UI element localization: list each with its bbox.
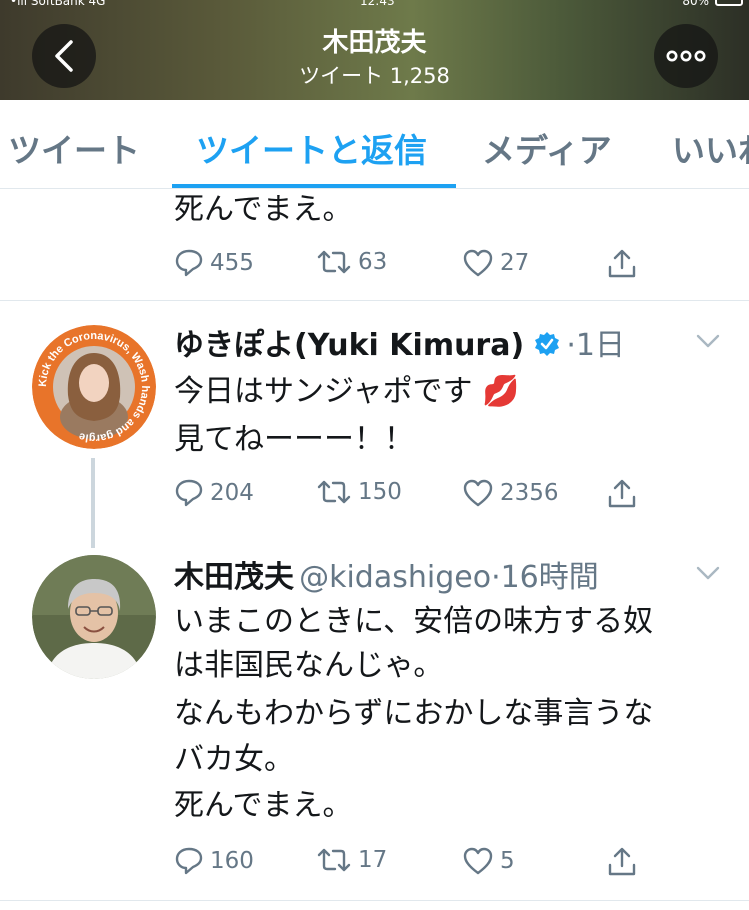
avatar-yuki[interactable]: Kick the Coronavirus, Wash hands and gar… xyxy=(32,325,156,449)
tab-likes[interactable]: いいね xyxy=(672,124,749,172)
heart-icon xyxy=(463,479,493,507)
tweet-text: 死んでまえ。 xyxy=(174,192,353,227)
tab-media[interactable]: メディア xyxy=(482,124,612,172)
retweet-icon xyxy=(317,250,351,274)
tweet-divider xyxy=(0,300,749,301)
retweet-icon xyxy=(317,480,351,504)
status-bar: •ııl SoftBank 4G 12:43 80% xyxy=(0,0,749,8)
avatar-image xyxy=(32,555,156,679)
retweet-button[interactable]: 17 xyxy=(316,846,387,874)
tweet-header: 木田茂夫 @kidashigeo·16時間 xyxy=(174,552,599,596)
chevron-down-icon[interactable] xyxy=(696,566,720,580)
tweet-line: 見てねーーー！！ xyxy=(174,422,414,457)
tab-tweets[interactable]: ツイート xyxy=(8,124,140,172)
profile-tabs: ツイート ツイートと返信 メディア いいね xyxy=(0,100,749,189)
share-icon xyxy=(608,847,636,876)
battery-icon xyxy=(715,0,743,6)
retweet-count: 17 xyxy=(358,847,388,873)
reply-count: 160 xyxy=(210,848,254,874)
retweet-count: 63 xyxy=(358,249,388,275)
reply-icon xyxy=(175,479,203,507)
chevron-down-icon[interactable] xyxy=(696,334,720,348)
tweet-line: は非国民なんじゃ。 xyxy=(174,648,444,683)
retweet-count: 150 xyxy=(358,479,402,505)
profile-header: •ııl SoftBank 4G 12:43 80% 木田茂夫 ツイート 1,2… xyxy=(0,0,749,100)
reply-icon xyxy=(175,249,203,277)
retweet-icon xyxy=(317,848,351,872)
tweet-line: 今日はサンジャポです 💋 xyxy=(174,374,520,409)
retweet-button[interactable]: 150 xyxy=(316,478,402,506)
display-name[interactable]: ゆきぽよ(Yuki Kimura) xyxy=(174,328,524,363)
like-count: 27 xyxy=(500,250,530,276)
user-handle[interactable]: @kidashigeo xyxy=(299,560,491,595)
share-icon xyxy=(608,479,636,508)
tweet-actions: 160 17 5 xyxy=(174,846,674,880)
reply-button[interactable]: 204 xyxy=(174,478,254,508)
verified-badge-icon xyxy=(535,332,560,356)
page-title: 木田茂夫 xyxy=(322,28,427,58)
like-button[interactable]: 2356 xyxy=(462,478,559,508)
tab-tweets-and-replies[interactable]: ツイートと返信 xyxy=(196,124,427,172)
more-dots-icon xyxy=(666,50,706,62)
battery-label: 80% xyxy=(682,0,709,8)
retweet-button[interactable]: 63 xyxy=(316,248,387,276)
share-icon xyxy=(608,249,636,278)
reply-button[interactable]: 455 xyxy=(174,248,254,278)
tweet-time: ·1日 xyxy=(566,328,625,363)
avatar-kida[interactable] xyxy=(32,555,156,679)
clock-label: 12:43 xyxy=(360,0,395,8)
tweet-line: いまこのときに、安倍の味方する奴 xyxy=(174,604,654,639)
share-button[interactable] xyxy=(606,846,638,878)
tweet-line: 死んでまえ。 xyxy=(174,788,353,823)
tweet-actions: 455 63 27 xyxy=(174,248,674,282)
carrier-label: •ııl SoftBank 4G xyxy=(10,0,106,8)
display-name[interactable]: 木田茂夫 xyxy=(174,560,294,595)
reply-button[interactable]: 160 xyxy=(174,846,254,876)
reply-count: 455 xyxy=(210,250,254,276)
tweet-count: ツイート 1,258 xyxy=(299,64,450,88)
tweet-header: ゆきぽよ(Yuki Kimura) ·1日 xyxy=(174,320,625,364)
tweet-divider xyxy=(0,900,749,901)
avatar-image: Kick the Coronavirus, Wash hands and gar… xyxy=(32,325,156,449)
like-count: 2356 xyxy=(500,480,559,506)
tweet-line: なんもわからずにおかしな事言うな xyxy=(174,696,654,731)
like-button[interactable]: 27 xyxy=(462,248,529,278)
heart-icon xyxy=(463,847,493,875)
thread-connector-line xyxy=(91,458,95,548)
reply-count: 204 xyxy=(210,480,254,506)
tweet-time: ·16時間 xyxy=(491,560,599,595)
more-options-button[interactable] xyxy=(654,24,718,88)
heart-icon xyxy=(463,249,493,277)
tweet-line: バカ女。 xyxy=(174,742,294,777)
like-count: 5 xyxy=(500,848,515,874)
like-button[interactable]: 5 xyxy=(462,846,515,876)
share-button[interactable] xyxy=(606,248,638,280)
tweet-actions: 204 150 2356 xyxy=(174,478,674,512)
share-button[interactable] xyxy=(606,478,638,510)
reply-icon xyxy=(175,847,203,875)
